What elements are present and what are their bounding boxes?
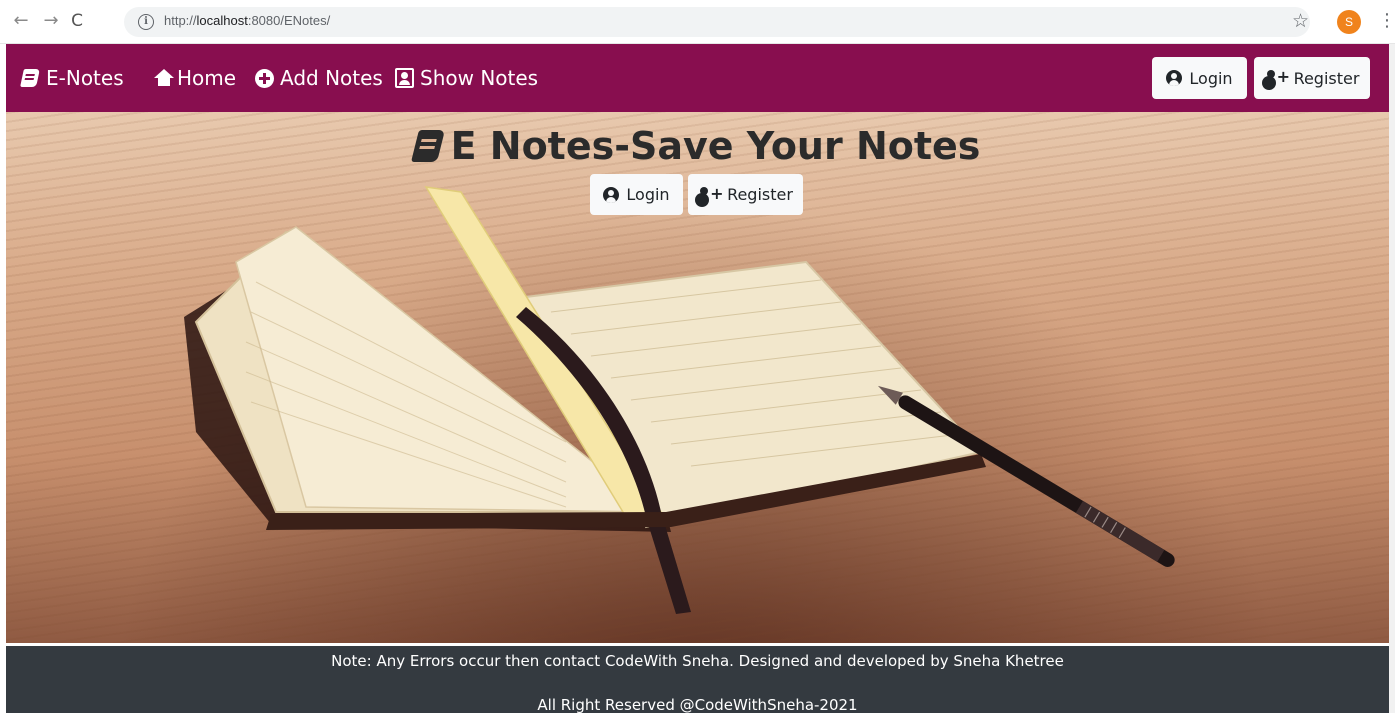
hero-banner: E Notes-Save Your Notes Login Register (6, 112, 1389, 643)
nav-link-add-notes[interactable]: Add Notes (255, 66, 383, 90)
navbar-register-button[interactable]: Register (1254, 57, 1370, 99)
address-bar[interactable]: i http://localhost:8080/ENotes/ (124, 7, 1310, 37)
nav-link-label: Show Notes (420, 66, 539, 90)
footer-copyright: All Right Reserved @CodeWithSneha-2021 (537, 696, 858, 713)
user-plus-icon (698, 184, 723, 203)
hero-login-button[interactable]: Login (590, 174, 683, 215)
app-navbar: E-Notes Home Add Notes Show Notes Login … (6, 44, 1389, 112)
login-label: Login (626, 185, 670, 204)
page-footer: Note: Any Errors occur then contact Code… (6, 646, 1389, 713)
book-icon (410, 130, 445, 162)
user-circle-icon (603, 186, 620, 203)
hero-title: E Notes-Save Your Notes (6, 124, 1389, 168)
footer-note: Note: Any Errors occur then contact Code… (331, 652, 1064, 670)
back-arrow-icon[interactable]: ← (10, 10, 32, 32)
nav-link-show-notes[interactable]: Show Notes (395, 66, 538, 90)
profile-avatar[interactable]: S (1337, 10, 1361, 34)
reload-icon[interactable]: C (66, 10, 88, 32)
nav-link-label: Add Notes (280, 66, 383, 90)
address-book-icon (395, 68, 414, 88)
info-icon[interactable]: i (138, 14, 154, 30)
brand-link[interactable]: E-Notes (20, 66, 124, 90)
register-label: Register (1293, 68, 1360, 88)
home-icon (153, 69, 175, 87)
browser-toolbar: ← → C i http://localhost:8080/ENotes/ ☆ … (0, 0, 1395, 44)
navbar-login-button[interactable]: Login (1152, 57, 1247, 99)
plus-circle-icon (255, 68, 274, 88)
brand-label: E-Notes (46, 66, 124, 90)
forward-arrow-icon[interactable]: → (40, 10, 62, 32)
register-label: Register (727, 185, 793, 204)
browser-menu-icon[interactable]: ⋮ (1378, 10, 1395, 32)
login-label: Login (1189, 68, 1233, 88)
book-icon (20, 69, 40, 87)
hero-register-button[interactable]: Register (688, 174, 803, 215)
nav-link-home[interactable]: Home (153, 66, 236, 90)
user-plus-icon (1265, 67, 1290, 86)
scrollbar[interactable] (1389, 44, 1395, 713)
hero-title-text: E Notes-Save Your Notes (450, 124, 981, 168)
nav-link-label: Home (177, 66, 237, 90)
url-text[interactable]: http://localhost:8080/ENotes/ (164, 13, 330, 28)
bookmark-star-icon[interactable]: ☆ (1292, 10, 1309, 32)
user-circle-icon (1166, 70, 1183, 86)
